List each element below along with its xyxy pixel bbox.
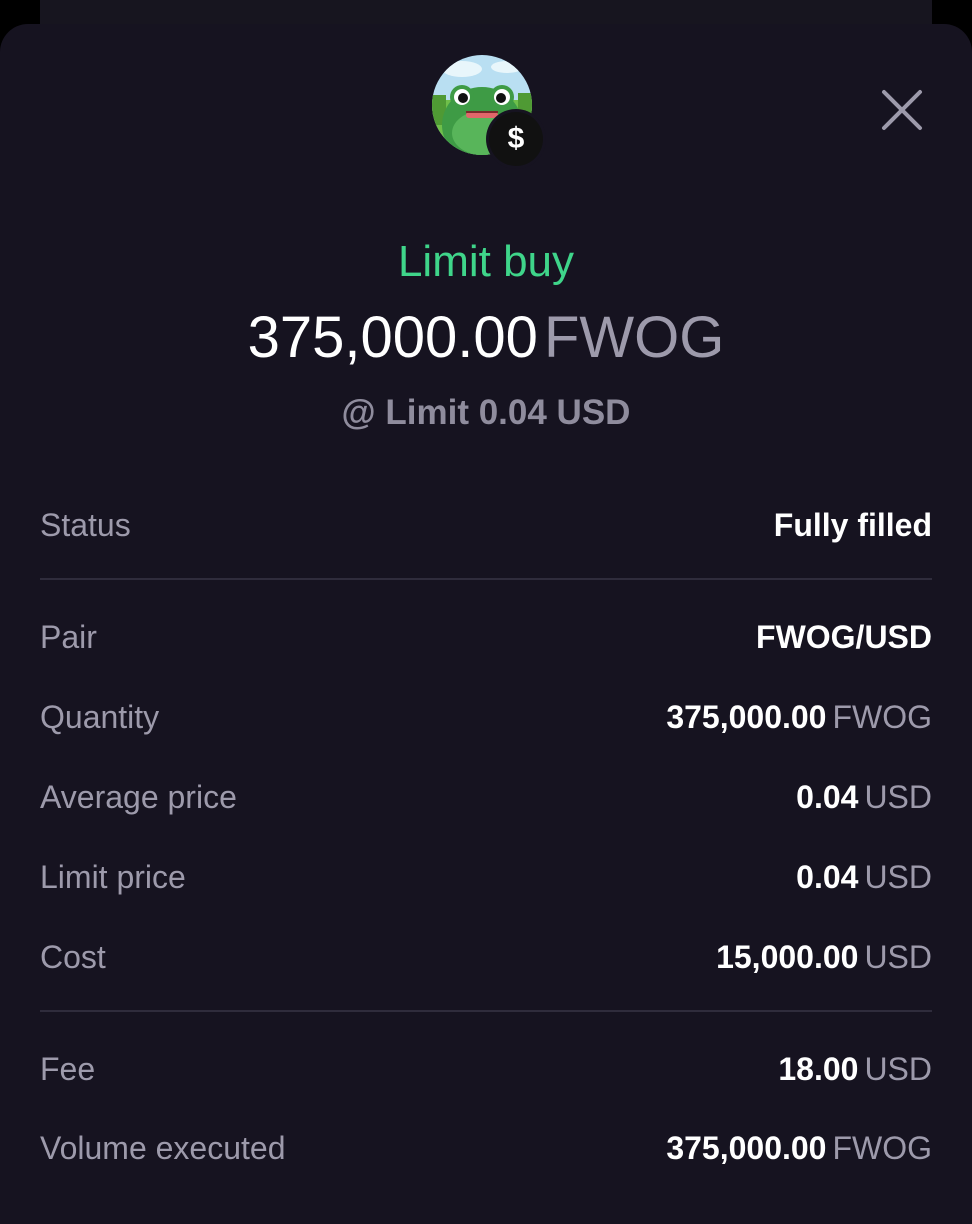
divider <box>40 578 932 580</box>
volume-executed-row: Volume executed 375,000.00 FWOG <box>40 1123 932 1173</box>
limit-price-label: Limit price <box>40 858 186 895</box>
close-button[interactable] <box>878 86 926 134</box>
divider <box>40 1010 932 1012</box>
volume-executed-unit: FWOG <box>832 1129 932 1166</box>
order-amount: 375,000.00 FWOG <box>0 304 972 372</box>
fee-value: 18.00 USD <box>778 1051 932 1088</box>
status-value: Fully filled <box>773 506 932 543</box>
quantity-label: Quantity <box>40 698 160 735</box>
cost-unit: USD <box>864 938 932 975</box>
quantity-row: Quantity 375,000.00 FWOG <box>40 692 932 742</box>
cost-number: 15,000.00 <box>716 938 859 975</box>
close-icon <box>882 90 922 130</box>
average-price-number: 0.04 <box>796 778 859 815</box>
volume-executed-label: Volume executed <box>40 1129 286 1166</box>
quantity-unit: FWOG <box>832 698 932 735</box>
status-label: Status <box>40 506 131 543</box>
pair-label: Pair <box>40 618 97 655</box>
pair-value: FWOG/USD <box>756 618 932 655</box>
order-amount-unit: FWOG <box>543 305 725 370</box>
limit-price-value: 0.04 USD <box>796 859 932 896</box>
limit-price-row: Limit price 0.04 USD <box>40 852 932 902</box>
order-type-title: Limit buy <box>397 237 575 286</box>
limit-price-unit: USD <box>864 858 932 895</box>
volume-executed-number: 375,000.00 <box>666 1129 827 1166</box>
average-price-row: Average price 0.04 USD <box>40 772 932 822</box>
pair-row: Pair FWOG/USD <box>40 612 932 662</box>
cost-label: Cost <box>40 938 106 975</box>
fee-row: Fee 18.00 USD <box>40 1044 932 1094</box>
cost-value: 15,000.00 USD <box>716 939 932 976</box>
volume-executed-value: 375,000.00 FWOG <box>666 1130 932 1167</box>
fee-label: Fee <box>40 1050 96 1087</box>
limit-price-number: 0.04 <box>796 858 859 895</box>
order-amount-value: 375,000.00 <box>247 305 538 370</box>
order-detail-sheet: $ Limit buy 375,000.00 FWOG @ Limit 0.04 … <box>0 24 972 1224</box>
status-row: Status Fully filled <box>40 500 932 550</box>
quantity-number: 375,000.00 <box>666 698 827 735</box>
fee-number: 18.00 <box>778 1050 859 1087</box>
average-price-label: Average price <box>40 778 237 815</box>
cost-row: Cost 15,000.00 USD <box>40 932 932 982</box>
dollar-badge-icon: $ <box>489 112 543 166</box>
limit-subtitle: @ Limit 0.04 USD <box>341 393 631 432</box>
fee-unit: USD <box>864 1050 932 1087</box>
average-price-unit: USD <box>864 778 932 815</box>
quantity-value: 375,000.00 FWOG <box>666 699 932 736</box>
average-price-value: 0.04 USD <box>796 779 932 816</box>
